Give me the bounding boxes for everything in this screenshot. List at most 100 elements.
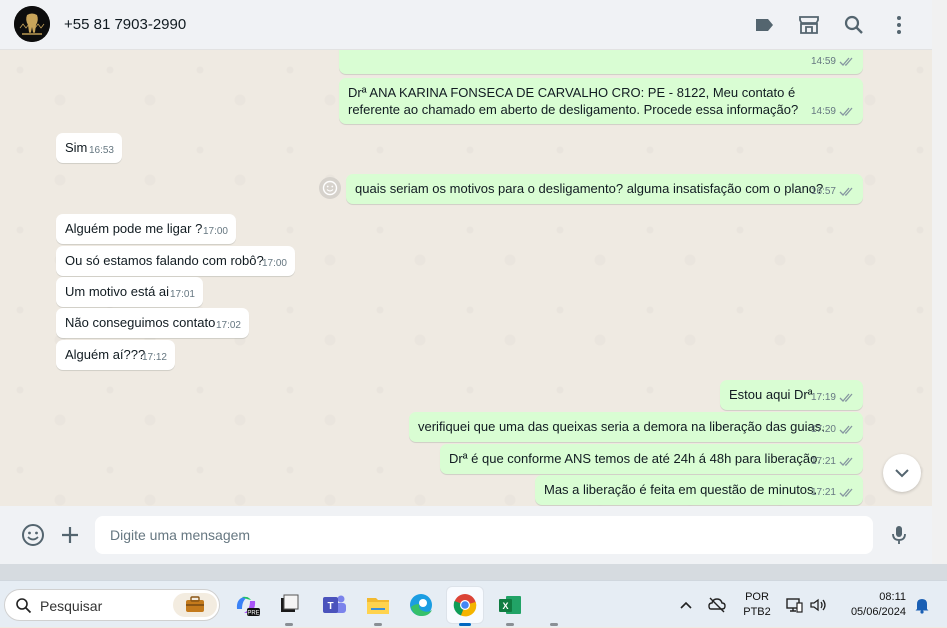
message-bubble-out[interactable]: verifiquei que uma das queixas seria a d… [409, 412, 863, 442]
taskbar-search[interactable]: Pesquisar [4, 589, 220, 621]
message-text: Alguém aí??? [65, 347, 146, 362]
message-text: Não conseguimos contato [65, 315, 216, 330]
message-time: 17:01 [169, 289, 195, 300]
copilot-icon: PRE [236, 596, 260, 617]
clock-time[interactable]: 08:11 [840, 591, 906, 603]
message-text: Estou aqui Drª [729, 387, 813, 402]
chevron-down-icon [895, 469, 909, 478]
message-input[interactable] [95, 516, 873, 554]
message-bubble-in[interactable]: Alguém aí??? 17:12 [56, 340, 175, 370]
message-bubble-in[interactable]: Alguém pode me ligar ? 17:00 [56, 214, 236, 244]
taskbar-task-view[interactable] [271, 587, 307, 626]
taskbar-file-explorer[interactable] [360, 587, 396, 626]
message-text: Um motivo está ai [65, 284, 170, 299]
keyboard-layout[interactable]: PTB2 [740, 606, 774, 618]
attach-plus-icon[interactable] [57, 522, 83, 548]
language-code[interactable]: POR [740, 591, 774, 603]
task-view-icon [281, 594, 299, 612]
message-meta: 17:19 [811, 389, 855, 406]
read-ticks-icon [839, 424, 855, 435]
search-icon[interactable] [842, 13, 866, 37]
folder-icon [367, 598, 389, 614]
teams-icon: T [323, 595, 346, 613]
message-bubble-out[interactable]: Estou aqui Drª 17:19 [720, 380, 863, 410]
message-text: Drª é que conforme ANS temos de até 24h … [449, 451, 821, 466]
message-time: 17:12 [141, 352, 167, 363]
scroll-to-bottom-button[interactable] [883, 454, 921, 492]
chat-area: 14:59 Drª ANA KARINA FONSECA DE CARVALHO… [0, 50, 932, 506]
message-bubble-in[interactable]: Sim 16:53 [56, 133, 122, 163]
onedrive-offline-icon[interactable] [707, 595, 727, 615]
message-text: verifiquei que uma das queixas seria a d… [418, 419, 825, 434]
notification-bell-icon[interactable] [912, 595, 932, 615]
message-meta: 17:01 [170, 286, 195, 303]
message-meta: 17:00 [203, 223, 228, 240]
message-meta: 17:02 [216, 317, 241, 334]
read-ticks-icon [839, 186, 855, 197]
svg-text:PRE: PRE [247, 611, 259, 617]
message-text: quais seriam os motivos para o desligame… [355, 181, 824, 196]
message-bubble-out[interactable]: Drª é que conforme ANS temos de até 24h … [440, 444, 863, 474]
message-bubble-out[interactable]: Drª ANA KARINA FONSECA DE CARVALHO CRO: … [339, 78, 863, 124]
message-time: 17:21 [810, 487, 836, 498]
message-time: 16:53 [88, 145, 114, 156]
chevron-up-icon[interactable] [676, 595, 696, 615]
running-indicator [285, 623, 293, 626]
running-indicator [374, 623, 382, 626]
message-text: Ou só estamos falando com robô? [65, 253, 264, 268]
network-icon[interactable] [784, 595, 804, 615]
read-ticks-icon [839, 487, 855, 498]
message-meta: 17:12 [142, 349, 167, 366]
window-bottom-edge [0, 564, 947, 580]
message-meta: 17:21 [811, 484, 855, 501]
clock-date[interactable]: 05/06/2024 [836, 606, 906, 618]
message-time: 17:19 [810, 392, 836, 403]
message-bubble-in[interactable]: Não conseguimos contato 17:02 [56, 308, 249, 338]
message-time: 14:59 [810, 56, 836, 67]
avatar-logo-icon [14, 6, 50, 42]
message-time: 14:59 [810, 106, 836, 117]
chrome-icon [453, 594, 477, 617]
search-icon [16, 598, 32, 614]
message-text: Drª ANA KARINA FONSECA DE CARVALHO CRO: … [348, 85, 799, 117]
message-bubble-in[interactable]: Um motivo está ai 17:01 [56, 277, 203, 307]
message-time: 17:00 [202, 226, 228, 237]
briefcase-icon [173, 593, 217, 617]
message-bubble-out[interactable]: 14:59 [339, 50, 863, 74]
edge-icon [410, 594, 432, 616]
react-emoji-icon[interactable] [319, 177, 341, 199]
emoji-icon[interactable] [20, 522, 46, 548]
svg-text:X: X [502, 601, 508, 611]
taskbar-chrome[interactable] [447, 587, 483, 626]
running-indicator [550, 623, 558, 626]
message-bubble-out[interactable]: Mas a liberação é feita em questão de mi… [535, 475, 863, 505]
window-scrollbar-track [932, 0, 947, 580]
label-icon[interactable] [752, 13, 776, 37]
message-meta: 17:20 [811, 421, 855, 438]
message-bubble-out[interactable]: quais seriam os motivos para o desligame… [346, 174, 863, 204]
message-time: 17:20 [810, 424, 836, 435]
contact-name[interactable]: +55 81 7903-2990 [64, 16, 186, 33]
taskbar-copilot[interactable]: PRE [228, 587, 264, 623]
store-icon[interactable] [797, 13, 821, 37]
message-time: 16:57 [810, 186, 836, 197]
svg-text:T: T [327, 601, 333, 612]
volume-icon[interactable] [808, 595, 828, 615]
message-meta: 16:53 [89, 142, 114, 159]
chat-header: +55 81 7903-2990 [0, 0, 932, 50]
taskbar-pinned-app[interactable] [536, 587, 572, 626]
menu-icon[interactable] [887, 13, 911, 37]
read-ticks-icon [839, 456, 855, 467]
running-indicator [506, 623, 514, 626]
message-meta: 14:59 [811, 53, 855, 70]
contact-avatar[interactable] [14, 6, 50, 42]
message-meta: 17:21 [811, 453, 855, 470]
message-text: Sim [65, 140, 88, 155]
taskbar-edge[interactable] [403, 587, 439, 623]
message-bubble-in[interactable]: Ou só estamos falando com robô? 17:00 [56, 246, 295, 276]
composer-bar [0, 506, 932, 564]
windows-taskbar: Pesquisar PRE T X POR PTB2 08:11 05/06/2… [0, 580, 947, 627]
taskbar-teams[interactable]: T [316, 587, 352, 623]
microphone-icon[interactable] [886, 522, 912, 548]
taskbar-excel[interactable]: X [492, 587, 528, 626]
